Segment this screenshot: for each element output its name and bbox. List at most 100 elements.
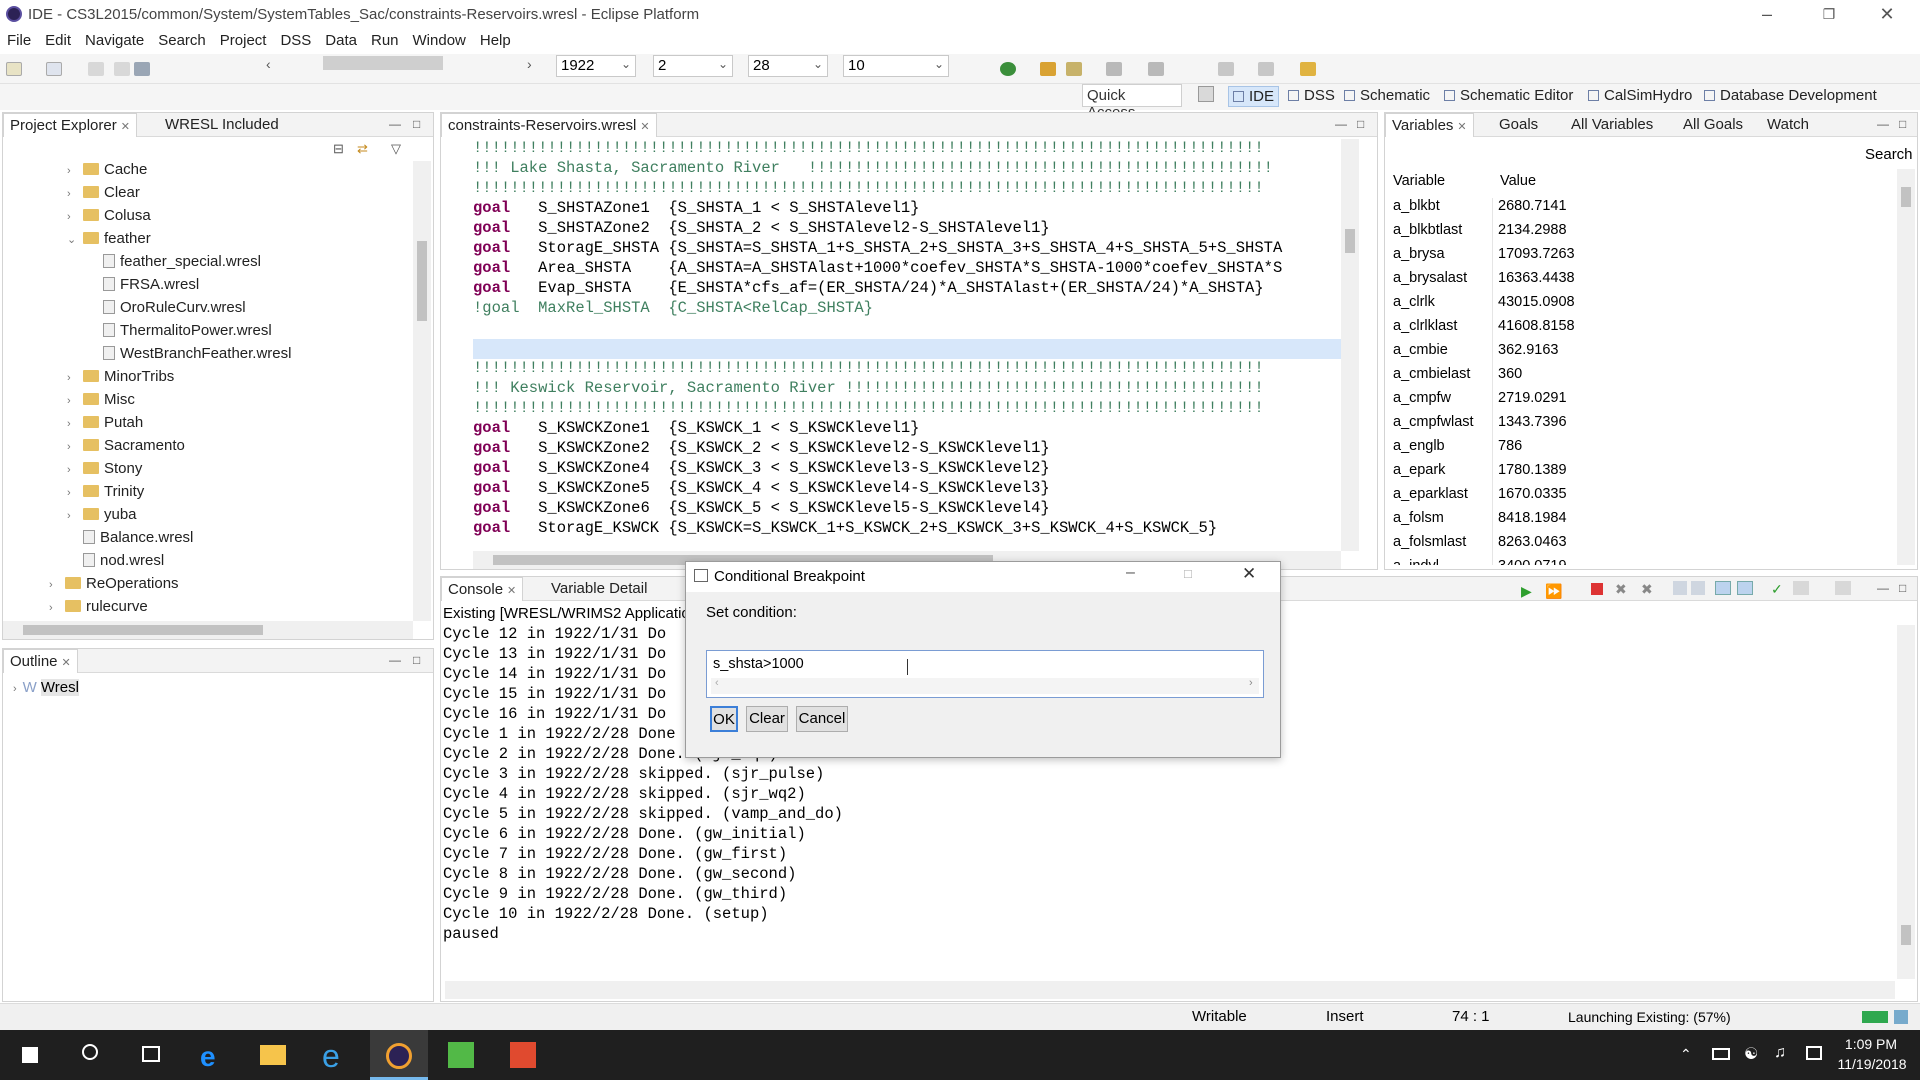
filter-icon[interactable]: ▽ xyxy=(391,141,401,157)
outline-root[interactable]: › W Wresl xyxy=(13,679,79,696)
variable-row[interactable]: a_englb 786 xyxy=(1385,435,1895,462)
internet-explorer-icon[interactable]: e xyxy=(306,1030,364,1080)
new-icon[interactable] xyxy=(6,62,22,76)
eclipse-taskbar-icon[interactable] xyxy=(370,1030,428,1080)
tree-file[interactable]: ThermalitoPower.wresl xyxy=(103,322,272,344)
quick-access-field[interactable]: Quick Access xyxy=(1082,84,1182,121)
perspective-schematic-editor[interactable]: Schematic Editor xyxy=(1440,86,1577,105)
menu-edit[interactable]: Edit xyxy=(38,30,78,49)
show-console-icon[interactable] xyxy=(1715,581,1731,595)
wifi-icon[interactable]: ☯ xyxy=(1744,1044,1758,1064)
variable-row[interactable]: a_folsm 8418.1984 xyxy=(1385,507,1895,534)
menu-navigate[interactable]: Navigate xyxy=(78,30,151,49)
progress-view-icon[interactable] xyxy=(1894,1010,1908,1024)
condition-input-scrollbar[interactable]: ‹ › xyxy=(711,677,1259,694)
minimize-button[interactable]: – xyxy=(1744,0,1790,30)
red-app-icon[interactable] xyxy=(494,1030,552,1080)
tree-folder[interactable]: › Colusa xyxy=(67,207,151,229)
variable-row[interactable]: a_cmpfw 2719.0291 xyxy=(1385,387,1895,414)
open-console-icon[interactable] xyxy=(1835,581,1851,595)
step-icon[interactable]: ⏩ xyxy=(1545,583,1562,600)
show-error-icon[interactable] xyxy=(1737,581,1753,595)
resume-icon[interactable]: ▶ xyxy=(1521,583,1532,600)
prev-annotation-icon[interactable] xyxy=(1148,62,1164,76)
tree-folder[interactable]: › yuba xyxy=(67,506,137,528)
file-explorer-icon[interactable] xyxy=(244,1030,302,1080)
minimize-panel-icon[interactable]: — xyxy=(389,653,401,667)
scroll-lock-icon[interactable] xyxy=(1673,581,1687,595)
tab-wresl-included[interactable]: WRESL Included xyxy=(159,113,285,137)
action-center-icon[interactable] xyxy=(1806,1046,1822,1060)
new-project-icon[interactable] xyxy=(46,62,62,76)
tree-folder[interactable]: › Putah xyxy=(67,414,143,436)
variable-row[interactable]: a_blkbtlast 2134.2988 xyxy=(1385,219,1895,246)
variable-row[interactable]: a_cmbie 362.9163 xyxy=(1385,339,1895,366)
tab-variables[interactable]: Variables ✕ xyxy=(1385,113,1474,137)
maximize-panel-icon[interactable]: □ xyxy=(1899,117,1906,131)
remove-launch-icon[interactable]: ✖ xyxy=(1615,581,1627,598)
tree-folder[interactable]: › rulecurve xyxy=(49,598,148,620)
clock-date[interactable]: 11/19/2018 xyxy=(1830,1056,1914,1072)
perspective-calsimhydro[interactable]: CalSimHydro xyxy=(1584,86,1696,105)
tree-folder[interactable]: › Trinity xyxy=(67,483,144,505)
clear-button[interactable]: Clear xyxy=(746,706,788,732)
tree-file[interactable]: nod.wresl xyxy=(83,552,164,574)
maximize-panel-icon[interactable]: □ xyxy=(1357,117,1364,131)
link-editor-icon[interactable]: ⇄ xyxy=(357,141,368,157)
tree-horizontal-scrollbar[interactable] xyxy=(3,621,413,639)
print-icon[interactable] xyxy=(134,62,150,76)
minimize-panel-icon[interactable]: — xyxy=(1877,117,1889,131)
editor-vertical-scrollbar[interactable] xyxy=(1341,139,1359,551)
dialog-close-button[interactable]: ✕ xyxy=(1242,564,1256,584)
edge-icon[interactable]: e xyxy=(184,1030,242,1080)
nav-back-icon[interactable] xyxy=(1218,62,1234,76)
ok-button[interactable]: OK xyxy=(710,706,738,732)
variable-row[interactable]: a_cmpfwlast 1343.7396 xyxy=(1385,411,1895,438)
menu-window[interactable]: Window xyxy=(406,30,473,49)
tree-folder[interactable]: › ReOperations xyxy=(49,575,179,597)
tab-all-goals[interactable]: All Goals xyxy=(1677,113,1749,137)
menu-file[interactable]: File xyxy=(0,30,38,49)
tab-outline[interactable]: Outline ✕ xyxy=(3,649,78,673)
cancel-button[interactable]: Cancel xyxy=(796,706,848,732)
progress-bar[interactable] xyxy=(1862,1011,1888,1023)
close-window-button[interactable]: ✕ xyxy=(1864,0,1910,30)
perspective-dss[interactable]: DSS xyxy=(1284,86,1339,105)
minimize-panel-icon[interactable]: — xyxy=(389,117,401,131)
tree-folder[interactable]: ⌄ feather xyxy=(67,230,151,252)
task-view-icon[interactable] xyxy=(120,1030,178,1080)
variable-row[interactable]: a_eparklast 1670.0335 xyxy=(1385,483,1895,510)
menu-search[interactable]: Search xyxy=(151,30,213,49)
search-icon[interactable] xyxy=(60,1030,118,1080)
tab-all-variables[interactable]: All Variables xyxy=(1565,113,1659,137)
perspective-ide[interactable]: IDE xyxy=(1228,86,1280,107)
terminate-icon[interactable] xyxy=(1591,583,1603,595)
console-horizontal-scrollbar[interactable] xyxy=(445,981,1895,999)
menu-project[interactable]: Project xyxy=(213,30,274,49)
variable-row[interactable]: a_folsmlast 8263.0463 xyxy=(1385,531,1895,558)
tree-file[interactable]: Balance.wresl xyxy=(83,529,193,551)
tab-constraints-reservoirs[interactable]: constraints-Reservoirs.wresl ✕ xyxy=(441,113,657,137)
cycle-select[interactable]: 10 ⌄ xyxy=(843,55,949,77)
perspective-database-development[interactable]: Database Development xyxy=(1700,86,1881,105)
tree-folder[interactable]: › Sacramento xyxy=(67,437,185,459)
code-editor[interactable]: !!!!!!!!!!!!!!!!!!!!!!!!!!!!!!!!!!!!!!!!… xyxy=(473,139,1341,549)
tab-console[interactable]: Console ✕ xyxy=(441,577,524,601)
variables-search-button[interactable]: Search xyxy=(1865,146,1913,163)
dialog-maximize-button[interactable]: □ xyxy=(1184,566,1192,581)
condition-input[interactable]: s_shsta>1000 ‹ › xyxy=(706,650,1264,698)
year-select[interactable]: 1922 ⌄ xyxy=(556,55,636,77)
remove-all-icon[interactable]: ✖ xyxy=(1641,581,1653,598)
variable-row[interactable]: a_brysa 17093.7263 xyxy=(1385,243,1895,270)
dialog-minimize-button[interactable]: – xyxy=(1126,564,1135,582)
menu-dss[interactable]: DSS xyxy=(273,30,318,49)
nav-forward-icon[interactable] xyxy=(1258,62,1274,76)
start-button[interactable] xyxy=(0,1030,58,1080)
minimize-panel-icon[interactable]: — xyxy=(1877,581,1889,595)
collapse-all-icon[interactable]: ⊟ xyxy=(333,141,344,157)
maximize-panel-icon[interactable]: □ xyxy=(413,117,420,131)
tool-icon[interactable] xyxy=(1066,62,1082,76)
forward-arrow-icon[interactable]: › xyxy=(527,56,532,72)
perspective-schematic[interactable]: Schematic xyxy=(1340,86,1434,105)
volume-icon[interactable]: ♫ xyxy=(1774,1044,1786,1062)
